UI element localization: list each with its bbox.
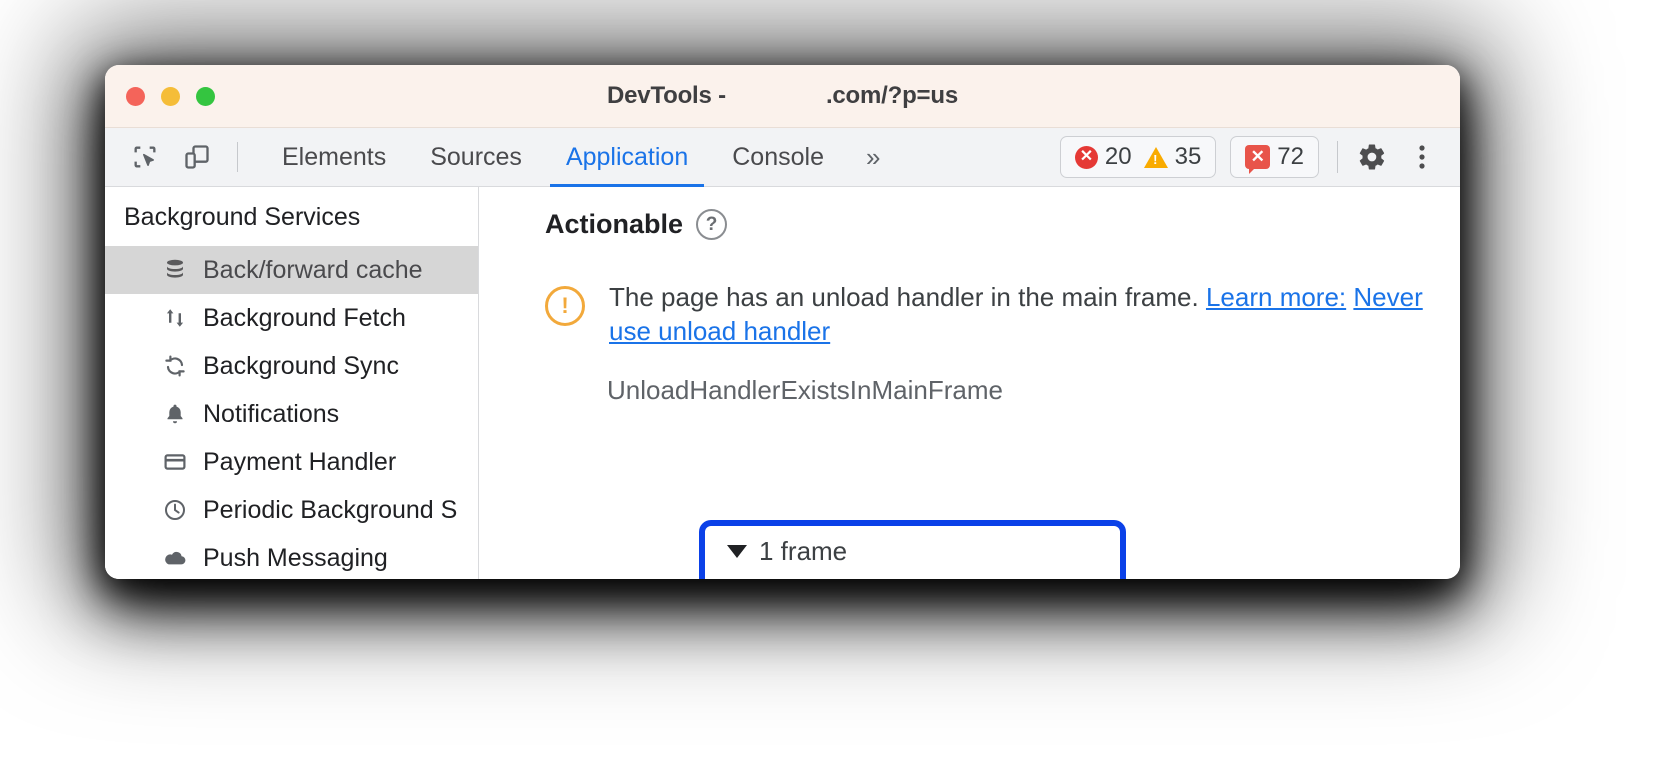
alert-circle-icon: ! — [545, 286, 585, 326]
screenshot-stage: DevTools - .com/?p=us Elements Sources A… — [0, 0, 1678, 764]
warning-icon — [1143, 146, 1168, 168]
sidebar-item-background-sync[interactable]: Background Sync — [105, 342, 478, 390]
warning-count-badge[interactable]: 35 — [1143, 143, 1202, 171]
sidebar-item-label: Notifications — [203, 399, 340, 428]
sidebar-item-label: Background Sync — [203, 351, 399, 380]
sidebar-item-label: Payment Handler — [203, 447, 397, 476]
issues-badge-group[interactable]: ✕ 72 — [1230, 136, 1319, 178]
section-title: Actionable — [545, 209, 684, 239]
credit-card-icon — [161, 448, 189, 476]
sidebar-item-label: Back/forward cache — [203, 255, 423, 284]
window-titlebar: DevTools - .com/?p=us — [105, 65, 1460, 128]
frame-url[interactable]: https:// com/?p=us — [705, 567, 1120, 579]
error-warning-badge-group[interactable]: ✕ 20 35 — [1059, 136, 1217, 178]
device-toolbar-icon[interactable] — [179, 139, 215, 175]
sidebar-section-title: Background Services — [124, 203, 361, 231]
cloud-icon — [161, 544, 189, 572]
frame-count-row[interactable]: 1 frame — [705, 526, 1120, 567]
window-title-prefix: DevTools - — [607, 82, 726, 109]
frame-url-suffix: com/?p=us — [949, 575, 1077, 579]
learn-more-link-part1[interactable]: Learn more: — [1206, 282, 1346, 312]
error-icon: ✕ — [1074, 145, 1098, 169]
frame-list-highlight-box[interactable]: 1 frame https:// com/?p=us — [699, 520, 1126, 579]
up-down-arrows-icon — [161, 304, 189, 332]
issue-message-text: The page has an unload handler in the ma… — [609, 282, 1199, 312]
inspect-element-icon[interactable] — [127, 139, 163, 175]
error-count-badge[interactable]: ✕ 20 — [1074, 143, 1132, 171]
clock-icon — [161, 496, 189, 524]
frame-count-label: 1 frame — [759, 536, 848, 566]
help-icon[interactable]: ? — [696, 209, 728, 240]
issue-description: The page has an unload handler in the ma… — [609, 280, 1429, 349]
sidebar-item-push-messaging[interactable]: Push Messaging — [105, 534, 478, 579]
more-tabs-icon[interactable]: » — [846, 128, 896, 187]
issues-count-label: 72 — [1277, 143, 1304, 170]
devtools-toolbar: Elements Sources Application Console » ✕… — [105, 128, 1460, 187]
sidebar-item-background-fetch[interactable]: Background Fetch — [105, 294, 478, 342]
sidebar-item-label: Push Messaging — [203, 543, 388, 572]
sync-refresh-icon — [161, 352, 189, 380]
sidebar-item-periodic-background-sync[interactable]: Periodic Background S — [105, 486, 478, 534]
sidebar-item-label: Periodic Background S — [203, 495, 458, 524]
bfcache-reason-code: UnloadHandlerExistsInMainFrame — [607, 374, 1003, 405]
application-sidebar: Background Services Back/forward cache B… — [105, 187, 479, 579]
window-title: DevTools - .com/?p=us — [105, 82, 1460, 110]
bell-icon — [161, 400, 189, 428]
sidebar-item-payment-handler[interactable]: Payment Handler — [105, 438, 478, 486]
toolbar-divider — [237, 142, 238, 172]
issue-row: ! The page has an unload handler in the … — [545, 280, 1460, 349]
error-count-label: 20 — [1104, 143, 1132, 170]
tab-console[interactable]: Console — [710, 128, 846, 187]
sidebar-item-label: Background Fetch — [203, 303, 406, 332]
database-icon — [161, 256, 189, 284]
issues-count-badge[interactable]: ✕ 72 — [1245, 143, 1304, 174]
tab-sources[interactable]: Sources — [408, 128, 544, 187]
kebab-menu-icon[interactable] — [1402, 137, 1442, 177]
sidebar-item-notifications[interactable]: Notifications — [105, 390, 478, 438]
warning-count-label: 35 — [1174, 143, 1202, 170]
toolbar-right-divider — [1337, 141, 1338, 173]
panel-tabs: Elements Sources Application Console » — [260, 128, 896, 187]
sidebar-item-back-forward-cache[interactable]: Back/forward cache — [105, 246, 478, 294]
section-header: Actionable ? — [545, 209, 1460, 240]
chevron-down-icon[interactable] — [727, 545, 747, 558]
tab-application[interactable]: Application — [544, 128, 710, 187]
issue-icon: ✕ — [1245, 145, 1271, 174]
gear-icon[interactable] — [1352, 137, 1392, 177]
frame-url-prefix: https:// — [751, 575, 829, 579]
tab-elements[interactable]: Elements — [260, 128, 408, 187]
window-title-suffix: .com/?p=us — [825, 82, 958, 109]
devtools-window: DevTools - .com/?p=us Elements Sources A… — [105, 65, 1460, 579]
